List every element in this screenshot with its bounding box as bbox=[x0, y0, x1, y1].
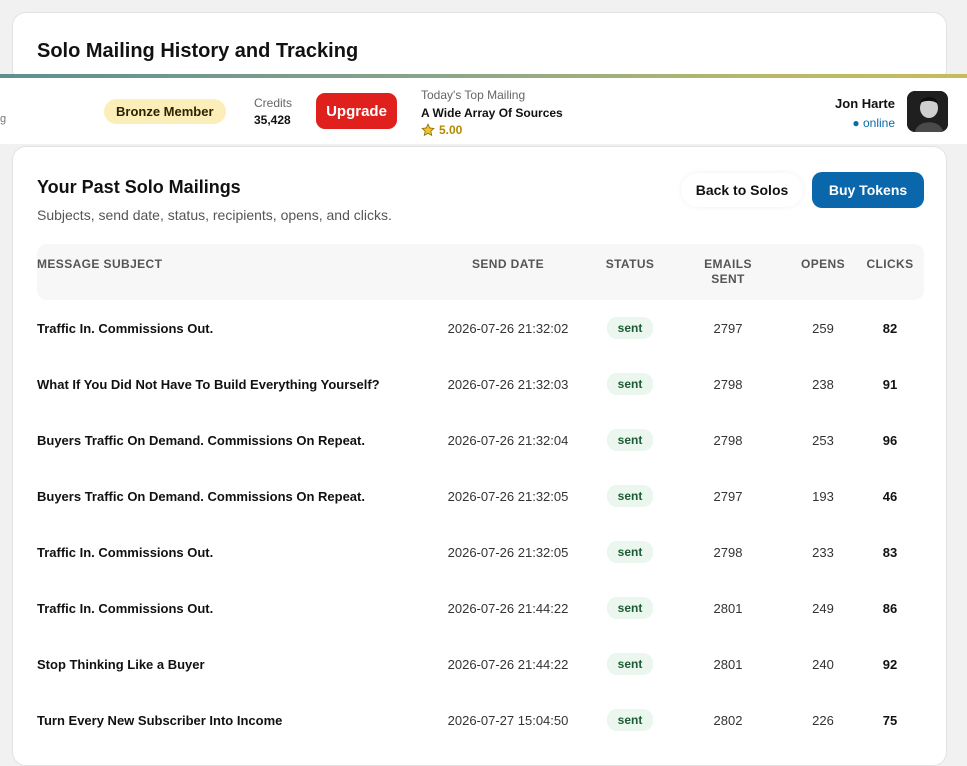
cell-opens: 238 bbox=[812, 376, 834, 392]
cell-subject: Buyers Traffic On Demand. Commissions On… bbox=[37, 432, 365, 448]
table-row[interactable]: Traffic In. Commissions Out. 2026-07-26 … bbox=[37, 300, 924, 356]
avatar-photo bbox=[907, 91, 948, 132]
cell-send-date: 2026-07-26 21:32:02 bbox=[447, 320, 569, 336]
buy-tokens-button[interactable]: Buy Tokens bbox=[812, 172, 924, 208]
status-badge: sent bbox=[606, 317, 654, 339]
cell-send-date: 2026-07-26 21:32:04 bbox=[447, 432, 569, 448]
table-row[interactable]: Traffic In. Commissions Out. 2026-07-26 … bbox=[37, 580, 924, 636]
cell-send-date: 2026-07-26 21:44:22 bbox=[447, 656, 569, 672]
star-icon bbox=[421, 123, 435, 137]
status-badge: sent bbox=[606, 709, 654, 731]
cell-emails-sent: 2798 bbox=[713, 432, 743, 448]
cell-status: sent bbox=[594, 317, 666, 339]
status-badge: sent bbox=[606, 541, 654, 563]
cell-emails-sent: 2802 bbox=[713, 712, 743, 728]
cell-clicks: 82 bbox=[882, 320, 898, 336]
top-mailing-name[interactable]: A Wide Array Of Sources bbox=[421, 106, 563, 120]
credits-display: Credits 35,428 bbox=[254, 96, 292, 127]
cell-clicks: 92 bbox=[882, 656, 898, 672]
rating-value: 5.00 bbox=[439, 123, 463, 137]
cell-send-date: 2026-07-26 21:32:05 bbox=[447, 544, 569, 560]
avatar[interactable] bbox=[907, 91, 948, 132]
status-badge: sent bbox=[606, 429, 654, 451]
cell-opens: 259 bbox=[812, 320, 834, 336]
header-opens: OPENS bbox=[800, 257, 845, 271]
cell-subject: Traffic In. Commissions Out. bbox=[37, 320, 214, 336]
credits-value: 35,428 bbox=[254, 113, 291, 127]
cell-clicks: 83 bbox=[882, 544, 898, 560]
cell-status: sent bbox=[594, 709, 666, 731]
cell-clicks: 96 bbox=[882, 432, 898, 448]
cell-subject: Traffic In. Commissions Out. bbox=[37, 544, 214, 560]
table-row[interactable]: Stop Thinking Like a Buyer 2026-07-26 21… bbox=[37, 636, 924, 692]
cell-subject: Buyers Traffic On Demand. Commissions On… bbox=[37, 488, 365, 504]
cell-opens: 249 bbox=[812, 600, 834, 616]
cell-clicks: 86 bbox=[882, 600, 898, 616]
table-row[interactable]: Turn Every New Subscriber Into Income 20… bbox=[37, 692, 924, 748]
cell-subject: Traffic In. Commissions Out. bbox=[37, 600, 214, 616]
cell-subject: Turn Every New Subscriber Into Income bbox=[37, 712, 283, 728]
online-status: ● online bbox=[852, 116, 895, 130]
cell-emails-sent: 2798 bbox=[713, 376, 743, 392]
header-status: STATUS bbox=[605, 257, 655, 271]
cut-off-text: g bbox=[0, 113, 7, 125]
header-send-date: SEND DATE bbox=[471, 257, 545, 271]
cell-status: sent bbox=[594, 485, 666, 507]
header-emails-sent: EMAILS SENT bbox=[704, 257, 752, 286]
cell-subject: What If You Did Not Have To Build Everyt… bbox=[37, 376, 380, 392]
status-badge: sent bbox=[606, 653, 654, 675]
cell-opens: 193 bbox=[812, 488, 834, 504]
top-mailing-label: Today's Top Mailing bbox=[421, 88, 526, 102]
page-title: Solo Mailing History and Tracking bbox=[37, 40, 359, 62]
cell-status: sent bbox=[594, 541, 666, 563]
cell-opens: 226 bbox=[812, 712, 834, 728]
cell-status: sent bbox=[594, 373, 666, 395]
table-row[interactable]: Buyers Traffic On Demand. Commissions On… bbox=[37, 468, 924, 524]
cell-status: sent bbox=[594, 653, 666, 675]
top-mailing-rating: 5.00 bbox=[421, 123, 563, 137]
membership-badge: Bronze Member bbox=[104, 99, 226, 124]
mailings-table: MESSAGE SUBJECT SEND DATE STATUS EMAILS … bbox=[37, 244, 924, 748]
cell-send-date: 2026-07-26 21:32:05 bbox=[447, 488, 569, 504]
past-mailings-card: Your Past Solo Mailings Subjects, send d… bbox=[12, 146, 947, 766]
cell-opens: 240 bbox=[812, 656, 834, 672]
cell-emails-sent: 2798 bbox=[713, 544, 743, 560]
cell-emails-sent: 2797 bbox=[713, 488, 743, 504]
cell-clicks: 91 bbox=[882, 376, 898, 392]
cell-send-date: 2026-07-26 21:44:22 bbox=[447, 600, 569, 616]
table-header: MESSAGE SUBJECT SEND DATE STATUS EMAILS … bbox=[37, 244, 924, 300]
section-subtitle: Subjects, send date, status, recipients,… bbox=[37, 207, 392, 223]
gradient-divider bbox=[0, 74, 967, 78]
status-badge: sent bbox=[606, 597, 654, 619]
cell-opens: 253 bbox=[812, 432, 834, 448]
user-name[interactable]: Jon Harte bbox=[835, 96, 895, 111]
cell-emails-sent: 2801 bbox=[713, 600, 743, 616]
user-info[interactable]: Jon Harte ● online bbox=[835, 96, 895, 130]
cell-opens: 233 bbox=[812, 544, 834, 560]
upgrade-button[interactable]: Upgrade bbox=[316, 93, 397, 129]
cell-clicks: 46 bbox=[882, 488, 898, 504]
top-mailing[interactable]: Today's Top Mailing A Wide Array Of Sour… bbox=[421, 88, 563, 137]
cell-status: sent bbox=[594, 429, 666, 451]
cell-status: sent bbox=[594, 597, 666, 619]
status-badge: sent bbox=[606, 485, 654, 507]
table-row[interactable]: What If You Did Not Have To Build Everyt… bbox=[37, 356, 924, 412]
cell-send-date: 2026-07-27 15:04:50 bbox=[447, 712, 569, 728]
back-to-solos-button[interactable]: Back to Solos bbox=[681, 173, 803, 207]
cell-send-date: 2026-07-26 21:32:03 bbox=[447, 376, 569, 392]
credits-label: Credits bbox=[254, 96, 293, 110]
section-title: Your Past Solo Mailings bbox=[37, 177, 241, 197]
table-row[interactable]: Traffic In. Commissions Out. 2026-07-26 … bbox=[37, 524, 924, 580]
cell-clicks: 75 bbox=[882, 712, 898, 728]
header-clicks: CLICKS bbox=[866, 257, 914, 271]
cell-subject: Stop Thinking Like a Buyer bbox=[37, 656, 205, 672]
status-badge: sent bbox=[606, 373, 654, 395]
cell-emails-sent: 2797 bbox=[713, 320, 743, 336]
table-row[interactable]: Buyers Traffic On Demand. Commissions On… bbox=[37, 412, 924, 468]
header-subject: MESSAGE SUBJECT bbox=[37, 257, 163, 271]
cell-emails-sent: 2801 bbox=[713, 656, 743, 672]
